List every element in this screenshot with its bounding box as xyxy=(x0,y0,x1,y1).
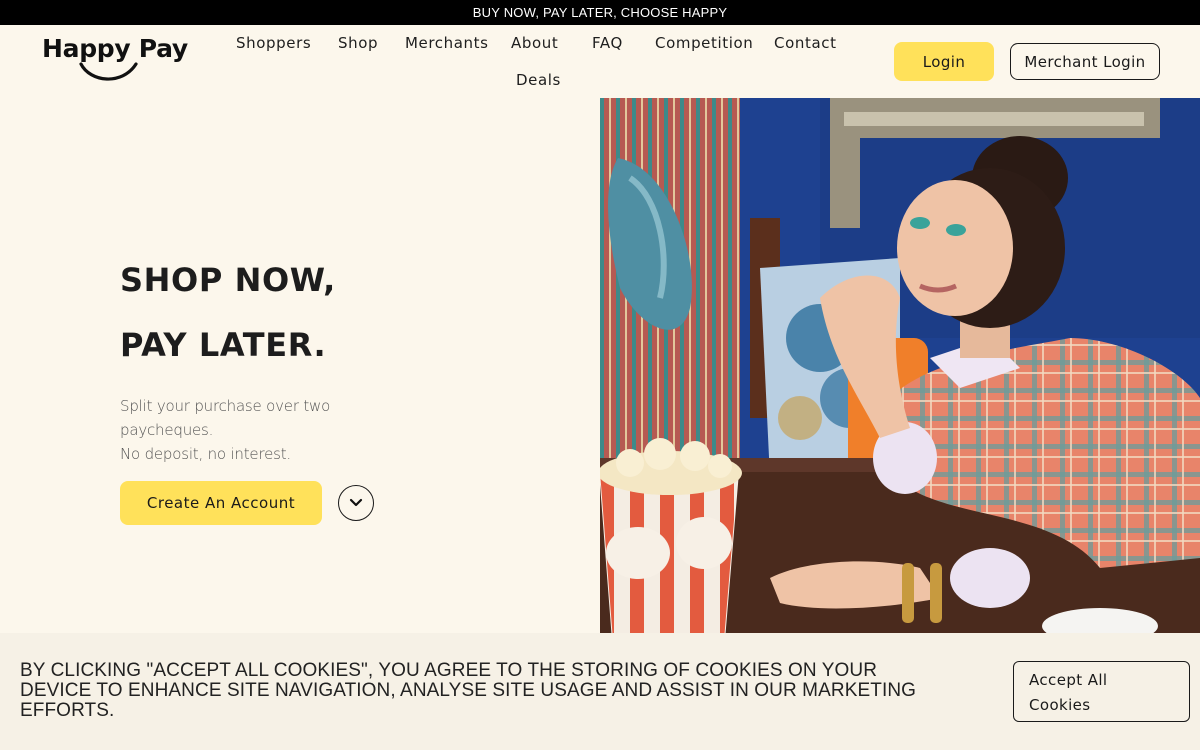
nav-faq[interactable]: FAQ xyxy=(592,34,623,52)
nav-shop[interactable]: Shop xyxy=(338,34,378,52)
login-button[interactable]: Login xyxy=(894,42,994,81)
hero-subtitle-line-1: Split your purchase over two paycheques. xyxy=(120,397,331,439)
scroll-down-button[interactable] xyxy=(338,485,374,521)
hero-illustration xyxy=(600,98,1200,634)
nav-competition[interactable]: Competition xyxy=(655,34,753,52)
announcement-text: BUY NOW, PAY LATER, CHOOSE HAPPY xyxy=(472,5,728,20)
hero-title-line-2: PAY LATER. xyxy=(120,326,327,364)
create-account-button[interactable]: Create An Account xyxy=(120,481,322,525)
nav-merchants[interactable]: Merchants xyxy=(405,34,489,52)
nav-shoppers[interactable]: Shoppers xyxy=(236,34,311,52)
cookie-text: BY CLICKING "ACCEPT ALL COOKIES", YOU AG… xyxy=(20,660,917,721)
brand-logo[interactable]: Happy Pay xyxy=(42,34,188,88)
hero-subtitle: Split your purchase over two paycheques.… xyxy=(120,394,360,466)
cookie-banner: BY CLICKING "ACCEPT ALL COOKIES", YOU AG… xyxy=(0,633,1200,750)
accept-cookies-button[interactable]: Accept All Cookies xyxy=(1013,661,1190,722)
brand-name: Happy Pay xyxy=(42,34,188,63)
chevron-down-icon xyxy=(349,498,363,507)
merchant-login-button[interactable]: Merchant Login xyxy=(1010,43,1160,80)
nav-contact[interactable]: Contact xyxy=(774,34,837,52)
announcement-bar: BUY NOW, PAY LATER, CHOOSE HAPPY xyxy=(0,0,1200,25)
nav-deals[interactable]: Deals xyxy=(516,71,561,89)
smile-icon xyxy=(79,62,138,81)
hero-image xyxy=(600,98,1200,634)
nav-about[interactable]: About xyxy=(511,34,558,52)
hero-title-line-1: SHOP NOW, xyxy=(120,261,336,299)
hero-subtitle-line-2: No deposit, no interest. xyxy=(120,445,291,463)
